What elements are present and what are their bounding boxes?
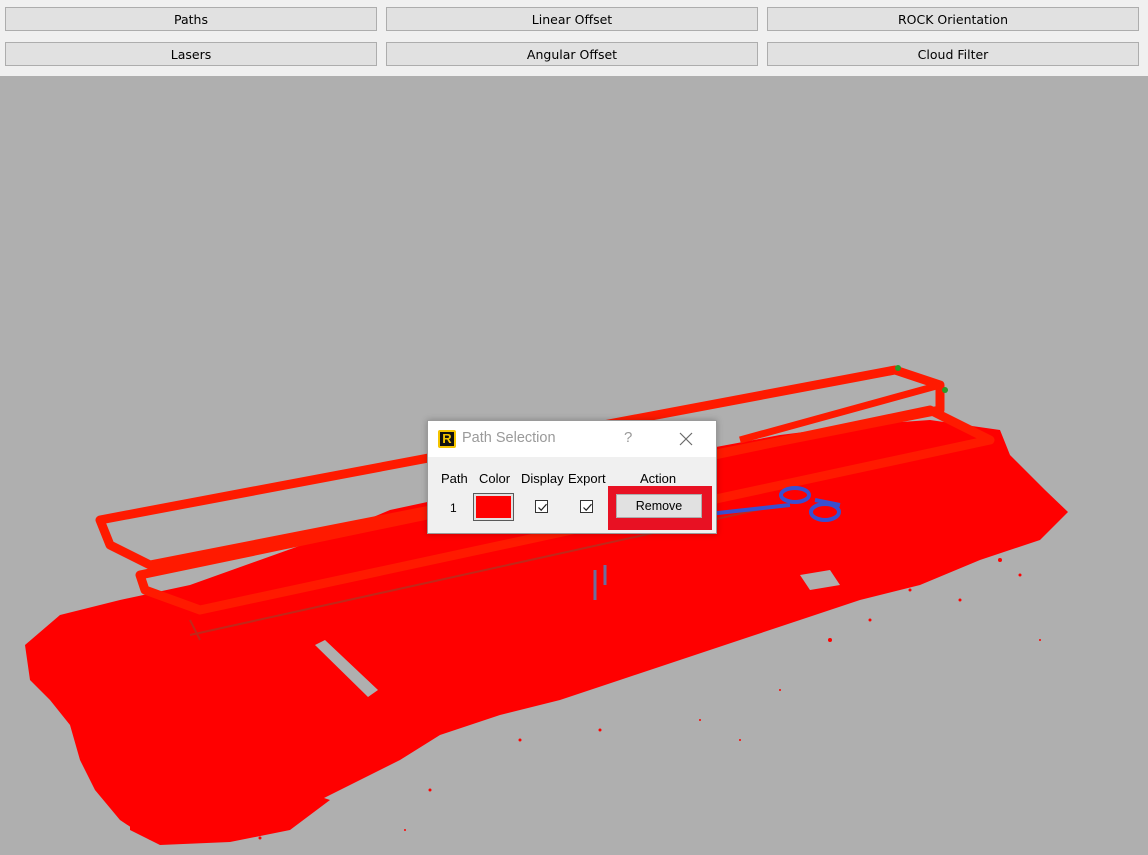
end-marker <box>942 387 948 393</box>
close-icon[interactable] <box>678 431 694 447</box>
lasers-button[interactable]: Lasers <box>5 42 377 66</box>
column-header-export: Export <box>568 471 606 486</box>
app-logo-icon: R <box>438 430 456 448</box>
cloud-filter-button[interactable]: Cloud Filter <box>767 42 1139 66</box>
export-checkbox[interactable] <box>580 500 593 513</box>
toolbar: Paths Linear Offset ROCK Orientation Las… <box>0 0 1148 76</box>
path-color-button[interactable] <box>473 493 514 521</box>
column-header-action: Action <box>640 471 677 486</box>
app-window: Paths Linear Offset ROCK Orientation Las… <box>0 0 1148 855</box>
path-color-swatch <box>476 496 511 518</box>
angular-offset-button[interactable]: Angular Offset <box>386 42 758 66</box>
column-header-color: Color <box>479 471 511 486</box>
path-number: 1 <box>450 501 457 515</box>
rock-orientation-button[interactable]: ROCK Orientation <box>767 7 1139 31</box>
linear-offset-button[interactable]: Linear Offset <box>386 7 758 31</box>
check-icon <box>538 503 547 512</box>
column-header-path: Path <box>441 471 468 486</box>
remove-button-highlight: Remove <box>608 486 712 530</box>
dialog-title-bar[interactable]: R Path Selection ? <box>428 421 716 457</box>
display-checkbox[interactable] <box>535 500 548 513</box>
check-icon <box>583 503 592 512</box>
start-marker <box>895 365 901 371</box>
dialog-title: Path Selection <box>462 430 556 446</box>
remove-button[interactable]: Remove <box>616 494 702 518</box>
column-header-display: Display <box>521 471 564 486</box>
paths-button[interactable]: Paths <box>5 7 377 31</box>
help-button[interactable]: ? <box>624 429 632 446</box>
path-selection-dialog: R Path Selection ? Path Color Display Ex… <box>427 420 717 534</box>
